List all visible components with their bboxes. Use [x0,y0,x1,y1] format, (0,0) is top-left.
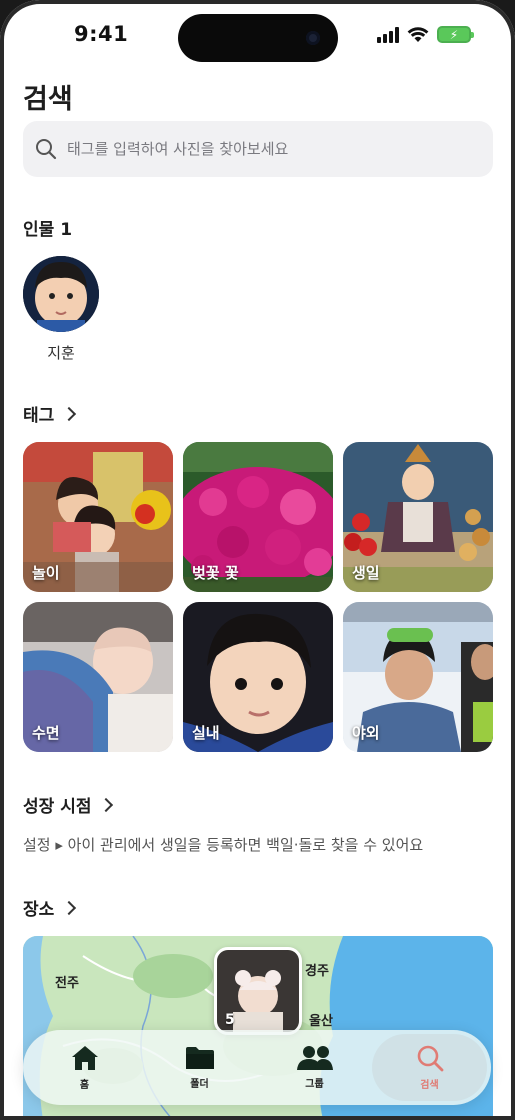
chevron-right-icon [99,797,114,813]
tag-tile-sleep[interactable]: 수면 [23,602,173,752]
tag-tile-indoor[interactable]: 실내 [183,602,333,752]
tab-label: 그룹 [305,1079,324,1090]
tab-label: 검색 [420,1080,439,1091]
avatar [23,256,99,332]
places-section-title[interactable]: 장소 [23,895,77,920]
growth-section-title[interactable]: 성장 시점 [23,792,114,817]
search-icon [36,139,57,160]
tag-label: 야외 [352,724,380,742]
person-item[interactable]: 지훈 [23,256,99,363]
map-photo-cluster[interactable]: 5 [214,947,302,1035]
tag-label: 수면 [32,724,60,742]
chevron-right-icon [62,406,77,422]
group-icon [296,1046,333,1070]
page-title: 검색 [23,84,73,115]
search-input[interactable] [67,140,467,158]
phone-screen: 9:41 ⚡ 검색 인물 1 [0,0,515,1120]
signal-icon [377,26,399,43]
people-section-title: 인물 1 [23,215,72,240]
status-time: 9:41 [74,22,129,46]
tags-section-title[interactable]: 태그 [23,401,77,426]
map-label-gyeongju: 경주 [305,964,329,979]
home-icon [71,1046,98,1070]
tab-label: 홈 [79,1080,90,1091]
search-bar[interactable] [23,121,493,177]
tag-tile-cherry-blossom[interactable]: 벚꽃 꽃 [183,442,333,592]
places-title: 장소 [23,900,55,920]
search-icon [417,1045,443,1072]
map-label-jeonju: 전주 [55,976,79,991]
battery-icon: ⚡ [437,26,474,43]
tag-label: 벚꽃 꽃 [192,564,239,582]
tag-label: 놀이 [32,564,60,582]
growth-title: 성장 시점 [23,797,92,817]
tags-title: 태그 [23,406,55,426]
tab-label: 폴더 [190,1079,209,1090]
tab-home[interactable]: 홈 [27,1034,142,1101]
tab-folder[interactable]: 폴더 [142,1034,257,1101]
status-icons: ⚡ [377,26,474,43]
tag-label: 실내 [192,724,220,742]
growth-hint: 설정 ▸ 아이 관리에서 생일을 등록하면 백일·돌로 찾을 수 있어요 [23,836,424,854]
tab-bar: 홈 폴더 그룹 검색 [23,1030,491,1105]
tab-group[interactable]: 그룹 [257,1034,372,1101]
tag-label: 생일 [352,564,380,582]
tab-search[interactable]: 검색 [372,1034,487,1101]
wifi-icon [407,26,429,42]
tag-tile-birthday[interactable]: 생일 [343,442,493,592]
people-title: 인물 1 [23,220,73,240]
cluster-count: 5 [225,1012,235,1028]
tag-tile-outdoor[interactable]: 야외 [343,602,493,752]
map-label-ulsan: 울산 [309,1014,333,1029]
tag-grid: 놀이 벚꽃 꽃 생일 수면 실내 야외 [23,442,493,752]
folder-icon [185,1047,214,1069]
person-name: 지훈 [47,344,75,362]
chevron-right-icon [62,900,77,916]
tag-tile-play[interactable]: 놀이 [23,442,173,592]
dynamic-island [178,14,338,62]
